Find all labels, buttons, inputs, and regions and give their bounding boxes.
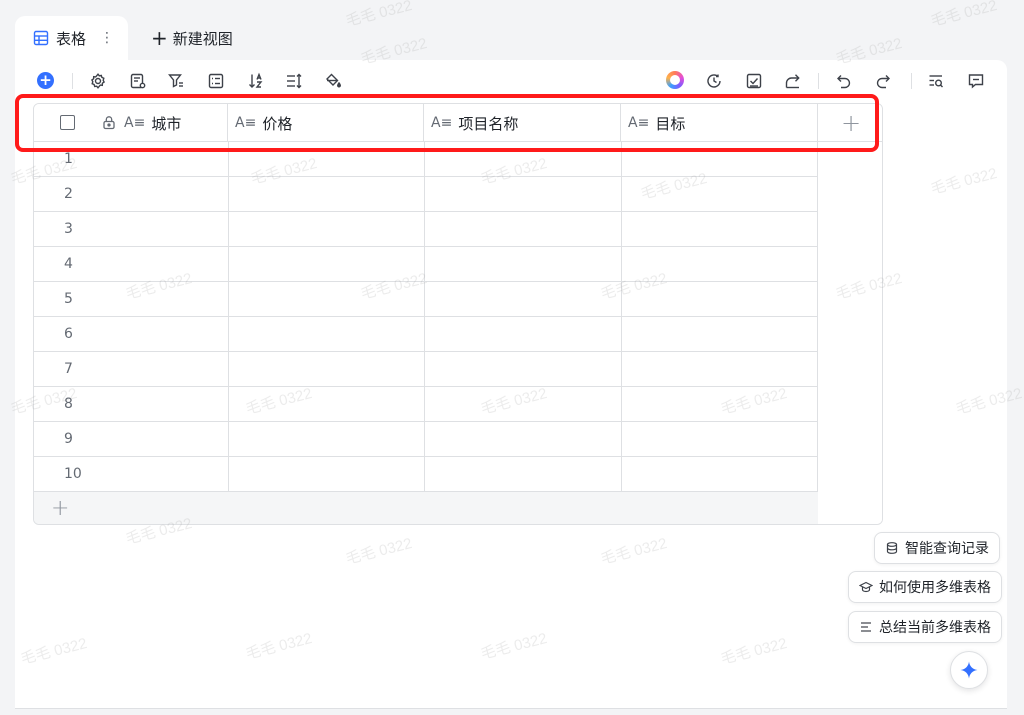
sparkle-icon bbox=[960, 661, 978, 679]
fill-color-icon[interactable] bbox=[322, 70, 344, 92]
text-field-icon: A≡ bbox=[124, 115, 146, 131]
toolbar-divider bbox=[72, 73, 73, 89]
chip-label: 如何使用多维表格 bbox=[879, 580, 991, 596]
search-icon[interactable] bbox=[925, 70, 947, 92]
ai-assistant-icon[interactable] bbox=[666, 71, 684, 89]
view-tab-bar: 表格 ⋮ + 新建视图 bbox=[0, 0, 1024, 60]
column-label: 目标 bbox=[655, 114, 686, 133]
table-row[interactable]: 10 bbox=[34, 457, 818, 492]
table-row[interactable]: 4 bbox=[34, 247, 818, 282]
row-number: 7 bbox=[64, 361, 73, 377]
bottom-divider bbox=[15, 708, 1007, 709]
grid-view-icon bbox=[33, 30, 49, 46]
smart-query-chip[interactable]: 智能查询记录 bbox=[874, 532, 1000, 564]
tab-more-icon[interactable]: ⋮ bbox=[100, 30, 114, 46]
database-icon bbox=[886, 542, 898, 554]
row-number: 4 bbox=[64, 256, 73, 272]
toolbar: + bbox=[15, 60, 1007, 100]
toolbar-divider bbox=[911, 73, 912, 89]
graduation-cap-icon bbox=[859, 581, 873, 593]
redo-icon[interactable] bbox=[872, 70, 894, 92]
column-header-price[interactable]: A≡ 价格 bbox=[228, 104, 424, 142]
plus-icon: + bbox=[151, 26, 168, 50]
add-record-icon[interactable]: + bbox=[37, 72, 54, 89]
column-divider bbox=[424, 142, 425, 491]
table-row[interactable]: 2 bbox=[34, 177, 818, 212]
add-row-button[interactable]: + bbox=[51, 496, 69, 521]
comment-icon[interactable] bbox=[965, 70, 987, 92]
column-divider bbox=[228, 142, 229, 491]
chip-label: 总结当前多维表格 bbox=[879, 620, 991, 636]
row-number: 6 bbox=[64, 326, 73, 342]
column-header-goal[interactable]: A≡ 目标 bbox=[621, 104, 818, 142]
sort-icon[interactable] bbox=[245, 70, 267, 92]
table-row[interactable]: 7 bbox=[34, 352, 818, 387]
new-view-button[interactable]: + 新建视图 bbox=[151, 27, 233, 49]
group-icon[interactable] bbox=[205, 70, 227, 92]
lock-icon bbox=[103, 116, 115, 130]
row-number: 9 bbox=[64, 431, 73, 447]
select-all-checkbox[interactable] bbox=[60, 115, 75, 130]
toolbar-divider bbox=[818, 73, 819, 89]
chip-label: 智能查询记录 bbox=[905, 541, 989, 557]
ai-assistant-button[interactable] bbox=[950, 651, 988, 689]
table-right-gutter bbox=[818, 142, 882, 524]
column-divider bbox=[621, 142, 622, 491]
row-number: 5 bbox=[64, 291, 73, 307]
settings-icon[interactable] bbox=[87, 70, 109, 92]
column-label: 城市 bbox=[151, 114, 182, 133]
tab-grid-view[interactable]: 表格 ⋮ bbox=[15, 16, 128, 60]
filter-icon[interactable] bbox=[165, 70, 187, 92]
column-header-project-name[interactable]: A≡ 项目名称 bbox=[424, 104, 621, 142]
table-row[interactable]: 6 bbox=[34, 317, 818, 352]
table-row[interactable]: 8 bbox=[34, 387, 818, 422]
summarize-chip[interactable]: 总结当前多维表格 bbox=[848, 611, 1002, 643]
undo-icon[interactable] bbox=[833, 70, 855, 92]
table-row[interactable]: 3 bbox=[34, 212, 818, 247]
row-number: 2 bbox=[64, 186, 73, 202]
column-label: 项目名称 bbox=[458, 114, 519, 133]
tab-label: 表格 bbox=[56, 29, 87, 48]
list-summary-icon bbox=[861, 622, 871, 632]
add-column-button[interactable]: + bbox=[818, 104, 882, 142]
text-field-icon: A≡ bbox=[431, 115, 453, 131]
table-row[interactable]: 5 bbox=[34, 282, 818, 317]
table-row[interactable]: 9 bbox=[34, 422, 818, 457]
approval-icon[interactable] bbox=[743, 70, 765, 92]
text-field-icon: A≡ bbox=[235, 115, 257, 131]
history-icon[interactable] bbox=[703, 70, 725, 92]
text-field-icon: A≡ bbox=[628, 115, 650, 131]
share-icon[interactable] bbox=[782, 70, 804, 92]
row-height-icon[interactable] bbox=[283, 70, 305, 92]
row-number: 1 bbox=[64, 151, 73, 167]
column-label: 价格 bbox=[262, 114, 293, 133]
row-number: 3 bbox=[64, 221, 73, 237]
table-footer: + bbox=[34, 491, 818, 524]
new-view-label: 新建视图 bbox=[172, 29, 233, 48]
how-to-use-chip[interactable]: 如何使用多维表格 bbox=[848, 571, 1002, 603]
table-header: A≡ 城市 A≡ 价格 A≡ 项目名称 A≡ 目标 + bbox=[34, 104, 882, 142]
field-config-icon[interactable] bbox=[127, 70, 149, 92]
row-number: 8 bbox=[64, 396, 73, 412]
data-table: A≡ 城市 A≡ 价格 A≡ 项目名称 A≡ 目标 + 1 2 3 4 5 6 … bbox=[33, 103, 883, 525]
app-root: 表格 ⋮ + 新建视图 + A≡ 城市 A≡ 价格 A≡ 项目名称 A≡ 目标 … bbox=[0, 0, 1024, 715]
row-number: 10 bbox=[64, 466, 82, 482]
table-row[interactable]: 1 bbox=[34, 142, 818, 177]
